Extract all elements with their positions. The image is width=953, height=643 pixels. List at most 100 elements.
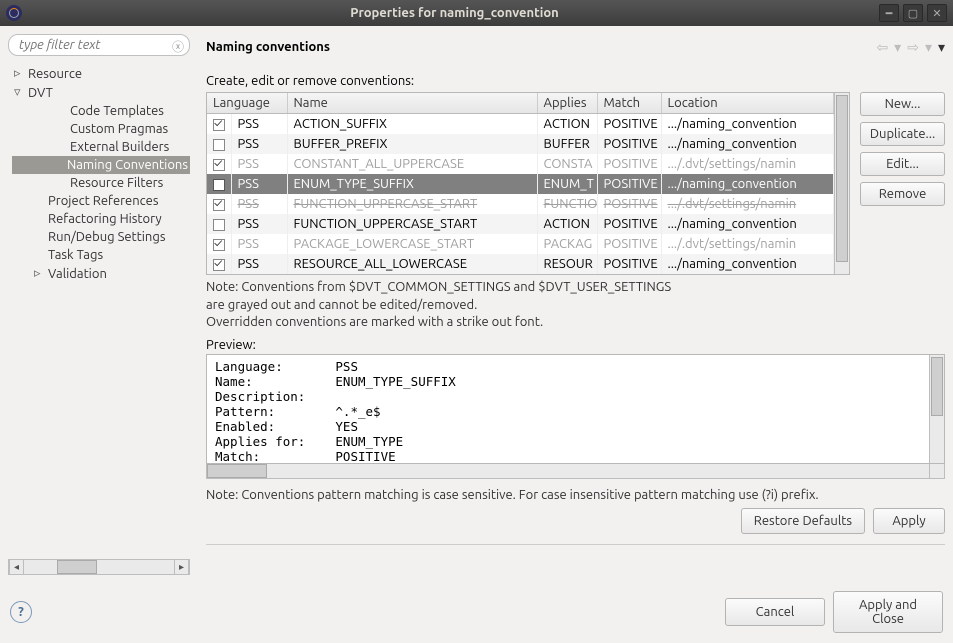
tree-item-label: Naming Conventions bbox=[67, 158, 188, 172]
tree-item-label: Run/Debug Settings bbox=[48, 230, 165, 244]
nav-tree[interactable]: ▹Resource▿DVTCode TemplatesCustom Pragma… bbox=[8, 60, 190, 555]
col-match[interactable]: Match bbox=[597, 93, 661, 114]
tree-item-label: External Builders bbox=[70, 140, 169, 154]
forward-icon[interactable]: ⇨ bbox=[907, 39, 919, 56]
cell-language: PSS bbox=[231, 134, 287, 154]
cell-name: FUNCTION_UPPERCASE_START bbox=[287, 214, 537, 234]
forward-menu-icon[interactable]: ▾ bbox=[925, 39, 932, 56]
cell-match: POSITIVE bbox=[597, 214, 661, 234]
scroll-thumb[interactable] bbox=[836, 95, 848, 262]
scroll-thumb[interactable] bbox=[207, 464, 267, 478]
new-button[interactable]: New... bbox=[860, 92, 945, 116]
scroll-thumb[interactable] bbox=[57, 560, 97, 574]
row-checkbox[interactable] bbox=[213, 179, 225, 191]
tree-item[interactable]: Resource Filters bbox=[12, 174, 190, 192]
preview-box: Language: PSSName: ENUM_TYPE_SUFFIXDescr… bbox=[206, 354, 945, 464]
cell-name: BUFFER_PREFIX bbox=[287, 134, 537, 154]
duplicate-button[interactable]: Duplicate... bbox=[860, 122, 945, 146]
cell-applies: BUFFER bbox=[537, 134, 597, 154]
maximize-button[interactable]: ▢ bbox=[903, 4, 923, 22]
tree-item[interactable]: Run/Debug Settings bbox=[12, 228, 190, 246]
col-location[interactable]: Location bbox=[661, 93, 834, 114]
tree-item[interactable]: ▹Resource bbox=[12, 64, 190, 83]
apply-and-close-button[interactable]: Apply and Close bbox=[833, 591, 943, 633]
filter-box: ⓧ bbox=[8, 34, 190, 56]
main-panel: Naming conventions ⇦ ▾ ⇨ ▾ ▾ Create, edi… bbox=[190, 34, 945, 575]
tree-item[interactable]: External Builders bbox=[12, 138, 190, 156]
col-language[interactable]: Language bbox=[207, 93, 287, 114]
row-checkbox[interactable] bbox=[213, 119, 225, 131]
help-icon[interactable]: ? bbox=[10, 601, 32, 623]
scroll-thumb[interactable] bbox=[931, 357, 943, 416]
close-button[interactable]: ✕ bbox=[927, 4, 947, 22]
tree-item[interactable]: Naming Conventions bbox=[12, 156, 190, 174]
preview-hscroll[interactable] bbox=[206, 464, 945, 479]
row-checkbox[interactable] bbox=[213, 259, 225, 271]
sidebar-hscroll[interactable]: ◂ ▸ bbox=[8, 559, 190, 575]
minimize-button[interactable]: ━ bbox=[879, 4, 899, 22]
tree-item[interactable]: Refactoring History bbox=[12, 210, 190, 228]
table-row[interactable]: PSSFUNCTION_UPPERCASE_STARTACTIONPOSITIV… bbox=[207, 214, 834, 234]
table-row[interactable]: PSSRESOURCE_ALL_LOWERCASERESOURPOSITIVE.… bbox=[207, 254, 834, 274]
cell-applies: FUNCTIO bbox=[537, 194, 597, 214]
row-checkbox[interactable] bbox=[213, 139, 225, 151]
tree-item[interactable]: ▹Validation bbox=[12, 264, 190, 283]
table-row[interactable]: PSSENUM_TYPE_SUFFIXENUM_TPOSITIVE.../nam… bbox=[207, 174, 834, 194]
remove-button[interactable]: Remove bbox=[860, 182, 945, 206]
preview-vscroll[interactable] bbox=[929, 355, 944, 463]
scroll-right-icon[interactable]: ▸ bbox=[174, 560, 189, 574]
row-checkbox[interactable] bbox=[213, 219, 225, 231]
restore-defaults-button[interactable]: Restore Defaults bbox=[741, 508, 865, 534]
table-row[interactable]: PSSBUFFER_PREFIXBUFFERPOSITIVE.../naming… bbox=[207, 134, 834, 154]
cell-name: ENUM_TYPE_SUFFIX bbox=[287, 174, 537, 194]
cell-match: POSITIVE bbox=[597, 234, 661, 254]
tree-arrow-icon[interactable]: ▿ bbox=[14, 85, 28, 100]
row-checkbox[interactable] bbox=[213, 239, 225, 251]
cancel-button[interactable]: Cancel bbox=[725, 598, 825, 626]
view-menu-icon[interactable]: ▾ bbox=[938, 39, 945, 56]
cell-location: .../naming_convention bbox=[661, 254, 834, 274]
col-name[interactable]: Name bbox=[287, 93, 537, 114]
tree-item[interactable]: Task Tags bbox=[12, 246, 190, 264]
conventions-table[interactable]: Language Name Applies Match Location PSS… bbox=[207, 93, 834, 274]
cell-match: POSITIVE bbox=[597, 254, 661, 274]
scroll-corner bbox=[929, 464, 944, 478]
app-icon bbox=[6, 5, 22, 21]
tree-item-label: Resource bbox=[28, 67, 82, 81]
tree-arrow-icon[interactable]: ▹ bbox=[14, 66, 28, 81]
tree-item[interactable]: ▿DVT bbox=[12, 83, 190, 102]
tree-item-label: Validation bbox=[48, 267, 107, 281]
table-row[interactable]: PSSPACKAGE_LOWERCASE_STARTPACKAGPOSITIVE… bbox=[207, 234, 834, 254]
table-row[interactable]: PSSACTION_SUFFIXACTIONPOSITIVE.../naming… bbox=[207, 114, 834, 135]
apply-button[interactable]: Apply bbox=[873, 508, 945, 534]
row-checkbox[interactable] bbox=[213, 159, 225, 171]
tree-item-label: Code Templates bbox=[70, 104, 164, 118]
title-bar: Properties for naming_convention ━ ▢ ✕ bbox=[0, 0, 953, 26]
edit-button[interactable]: Edit... bbox=[860, 152, 945, 176]
preview-text[interactable]: Language: PSSName: ENUM_TYPE_SUFFIXDescr… bbox=[207, 355, 929, 463]
tree-item[interactable]: Custom Pragmas bbox=[12, 120, 190, 138]
tree-arrow-icon[interactable]: ▹ bbox=[34, 266, 48, 281]
cell-name: CONSTANT_ALL_UPPERCASE bbox=[287, 154, 537, 174]
table-row[interactable]: PSSFUNCTION_UPPERCASE_STARTFUNCTIOPOSITI… bbox=[207, 194, 834, 214]
back-menu-icon[interactable]: ▾ bbox=[894, 39, 901, 56]
filter-input[interactable] bbox=[8, 34, 190, 56]
create-label: Create, edit or remove conventions: bbox=[206, 74, 945, 88]
note-grayed: Note: Conventions from $DVT_COMMON_SETTI… bbox=[206, 279, 945, 332]
tree-item-label: Project References bbox=[48, 194, 158, 208]
cell-applies: ACTION bbox=[537, 214, 597, 234]
cell-language: PSS bbox=[231, 174, 287, 194]
tree-item[interactable]: Code Templates bbox=[12, 102, 190, 120]
cell-language: PSS bbox=[231, 114, 287, 135]
table-vscroll[interactable] bbox=[834, 93, 849, 274]
tree-item-label: Resource Filters bbox=[70, 176, 163, 190]
table-row[interactable]: PSSCONSTANT_ALL_UPPERCASECONSTAPOSITIVE.… bbox=[207, 154, 834, 174]
conventions-table-wrap: Language Name Applies Match Location PSS… bbox=[206, 92, 850, 275]
row-checkbox[interactable] bbox=[213, 199, 225, 211]
scroll-left-icon[interactable]: ◂ bbox=[9, 560, 24, 574]
clear-filter-icon[interactable]: ⓧ bbox=[172, 38, 184, 55]
tree-item[interactable]: Project References bbox=[12, 192, 190, 210]
back-icon[interactable]: ⇦ bbox=[876, 39, 888, 56]
cell-language: PSS bbox=[231, 234, 287, 254]
col-applies[interactable]: Applies bbox=[537, 93, 597, 114]
